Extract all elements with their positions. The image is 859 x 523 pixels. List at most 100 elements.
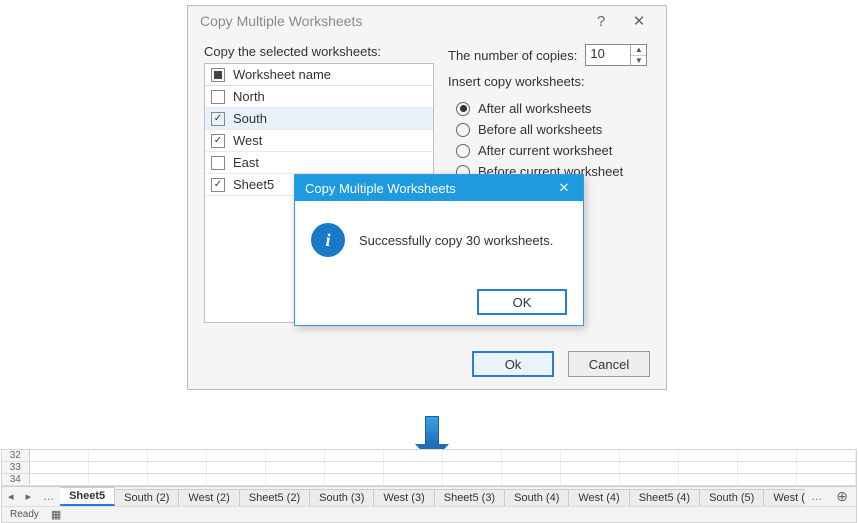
status-bar: Ready ▦ xyxy=(2,506,856,522)
cell[interactable] xyxy=(148,450,207,461)
tab-overflow-left-icon[interactable]: … xyxy=(37,491,60,503)
cell[interactable] xyxy=(384,462,443,473)
worksheet-checkbox[interactable] xyxy=(211,90,225,104)
worksheet-row[interactable]: West xyxy=(205,130,433,152)
worksheet-row[interactable]: East xyxy=(205,152,433,174)
cell[interactable] xyxy=(679,462,738,473)
spin-up-icon[interactable]: ▲ xyxy=(631,45,646,56)
sheet-tab[interactable]: West (2) xyxy=(179,489,239,506)
cell[interactable] xyxy=(266,474,325,485)
copies-spinner[interactable]: ▲▼ xyxy=(630,45,646,65)
radio-icon[interactable] xyxy=(456,102,470,116)
macro-record-icon[interactable]: ▦ xyxy=(51,508,61,521)
close-icon[interactable]: ✕ xyxy=(620,12,658,30)
cell[interactable] xyxy=(797,462,856,473)
cell[interactable] xyxy=(797,450,856,461)
cell[interactable] xyxy=(325,450,384,461)
cell[interactable] xyxy=(561,474,620,485)
cell[interactable] xyxy=(502,474,561,485)
cell[interactable] xyxy=(620,474,679,485)
worksheet-row[interactable]: North xyxy=(205,86,433,108)
cell[interactable] xyxy=(797,474,856,485)
grid-row: 32 xyxy=(2,450,856,462)
messagebox-ok-button[interactable]: OK xyxy=(477,289,567,315)
insert-position-option[interactable]: After current worksheet xyxy=(456,143,650,158)
cell[interactable] xyxy=(620,462,679,473)
cell[interactable] xyxy=(561,462,620,473)
cell[interactable] xyxy=(738,474,797,485)
worksheet-checkbox[interactable] xyxy=(211,156,225,170)
cell[interactable] xyxy=(30,474,89,485)
cell[interactable] xyxy=(384,450,443,461)
spin-down-icon[interactable]: ▼ xyxy=(631,56,646,66)
dialog-titlebar: Copy Multiple Worksheets ? ✕ xyxy=(188,6,666,36)
sheet-tab[interactable]: West (5) xyxy=(764,489,805,506)
cell[interactable] xyxy=(266,450,325,461)
sheet-tab[interactable]: South (5) xyxy=(700,489,764,506)
cell[interactable] xyxy=(679,474,738,485)
new-sheet-icon[interactable]: ⊕ xyxy=(828,488,856,505)
cell[interactable] xyxy=(266,462,325,473)
sheet-tab[interactable]: South (4) xyxy=(505,489,569,506)
tab-nav-next-icon[interactable]: ▸ xyxy=(20,490,38,503)
row-header[interactable]: 32 xyxy=(2,450,30,461)
sheet-tab[interactable]: South (2) xyxy=(115,489,179,506)
cell[interactable] xyxy=(207,462,266,473)
cell[interactable] xyxy=(443,450,502,461)
row-header[interactable]: 33 xyxy=(2,462,30,473)
sheet-tab[interactable]: West (4) xyxy=(569,489,629,506)
dialog-footer: Ok Cancel xyxy=(188,339,666,389)
cell[interactable] xyxy=(561,450,620,461)
worksheet-checkbox[interactable] xyxy=(211,178,225,192)
insert-position-option[interactable]: Before all worksheets xyxy=(456,122,650,137)
cell[interactable] xyxy=(443,474,502,485)
excel-window: 323334 ◂ ▸ … Sheet5South (2)West (2)Shee… xyxy=(1,449,857,523)
worksheet-list-header[interactable]: Worksheet name xyxy=(205,64,433,86)
help-icon[interactable]: ? xyxy=(582,13,620,30)
cell[interactable] xyxy=(738,450,797,461)
row-header[interactable]: 34 xyxy=(2,474,30,485)
sheet-tab[interactable]: Sheet5 xyxy=(60,487,115,506)
messagebox-title: Copy Multiple Worksheets xyxy=(305,181,553,196)
cell[interactable] xyxy=(502,450,561,461)
sheet-tab[interactable]: Sheet5 (3) xyxy=(435,489,505,506)
cell[interactable] xyxy=(89,450,148,461)
worksheet-prompt: Copy the selected worksheets: xyxy=(204,44,434,59)
cell[interactable] xyxy=(679,450,738,461)
cell[interactable] xyxy=(325,474,384,485)
copies-value[interactable]: 10 xyxy=(586,45,630,65)
select-all-checkbox[interactable] xyxy=(211,68,225,82)
cell[interactable] xyxy=(89,474,148,485)
ok-button[interactable]: Ok xyxy=(472,351,554,377)
cell[interactable] xyxy=(502,462,561,473)
cancel-button[interactable]: Cancel xyxy=(568,351,650,377)
sheet-tab[interactable]: Sheet5 (4) xyxy=(630,489,700,506)
tab-overflow-right-icon[interactable]: … xyxy=(805,491,828,503)
radio-icon[interactable] xyxy=(456,144,470,158)
cell[interactable] xyxy=(620,450,679,461)
cell[interactable] xyxy=(30,450,89,461)
cell[interactable] xyxy=(89,462,148,473)
cell[interactable] xyxy=(207,450,266,461)
tab-nav-prev-icon[interactable]: ◂ xyxy=(2,490,20,503)
radio-label: After current worksheet xyxy=(478,143,612,158)
cell[interactable] xyxy=(148,474,207,485)
copies-input[interactable]: 10 ▲▼ xyxy=(585,44,647,66)
sheet-tab[interactable]: West (3) xyxy=(374,489,434,506)
worksheet-row[interactable]: South xyxy=(205,108,433,130)
cell[interactable] xyxy=(30,462,89,473)
cell[interactable] xyxy=(384,474,443,485)
cell[interactable] xyxy=(207,474,266,485)
cell[interactable] xyxy=(443,462,502,473)
radio-icon[interactable] xyxy=(456,123,470,137)
sheet-tab[interactable]: South (3) xyxy=(310,489,374,506)
cell[interactable] xyxy=(148,462,207,473)
cell[interactable] xyxy=(325,462,384,473)
insert-position-option[interactable]: After all worksheets xyxy=(456,101,650,116)
close-icon[interactable]: ✕ xyxy=(553,180,575,196)
worksheet-name: South xyxy=(233,111,267,126)
worksheet-checkbox[interactable] xyxy=(211,112,225,126)
sheet-tab[interactable]: Sheet5 (2) xyxy=(240,489,310,506)
worksheet-checkbox[interactable] xyxy=(211,134,225,148)
cell[interactable] xyxy=(738,462,797,473)
